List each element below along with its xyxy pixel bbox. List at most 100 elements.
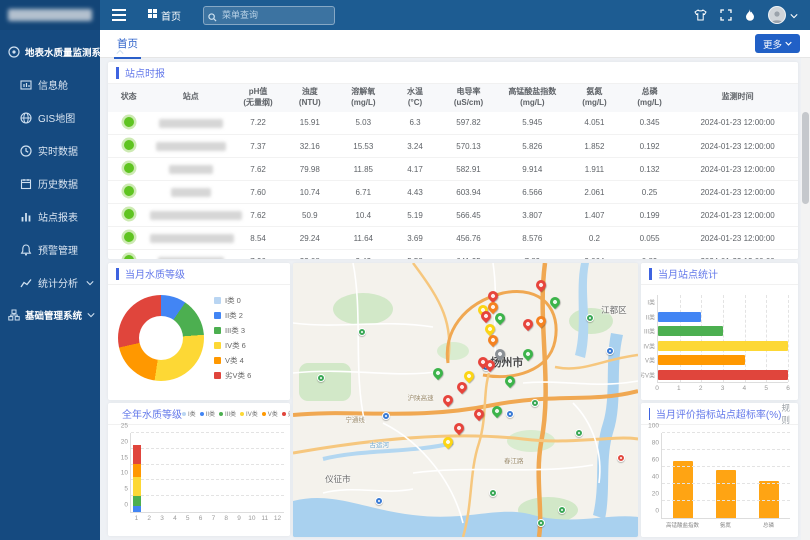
table-row[interactable]: 7.6279.9811.854.17582.919.9141.9110.1322…	[108, 158, 798, 181]
map-pin-red[interactable]	[452, 421, 466, 435]
map-poi-icon	[575, 429, 583, 437]
panel-title: 站点时报	[125, 65, 165, 80]
rules-link[interactable]: 规则	[781, 403, 790, 426]
legend-item[interactable]: II类 2	[214, 310, 251, 321]
gridline	[131, 432, 284, 433]
map-pin-green[interactable]	[431, 366, 445, 380]
legend-swatch	[282, 412, 286, 416]
map-pin-green[interactable]	[548, 295, 562, 309]
stacked-bar-month-1[interactable]	[133, 445, 141, 512]
sidebar-item-0-1[interactable]: GIS地图	[0, 101, 100, 134]
sidebar-item-0-2[interactable]: 实时数据	[0, 134, 100, 167]
sidebar-item-0-6[interactable]: 统计分析	[0, 266, 100, 299]
logo-redacted	[8, 9, 92, 21]
map-pin-red[interactable]	[472, 407, 486, 421]
legend-item[interactable]: IV类 6	[214, 340, 251, 351]
legend-swatch	[214, 312, 221, 319]
value-cell: 2024-01-23 12:00:00	[677, 158, 798, 181]
map-panel[interactable]: 扬州市江都区仪征市古运河沪陕高速宁通线春江路	[293, 263, 638, 537]
map-pin-green[interactable]	[521, 347, 535, 361]
map-pin-gray[interactable]	[493, 347, 507, 361]
x-tick-label: 5	[181, 515, 194, 522]
legend-swatch	[200, 412, 204, 416]
station-name-redacted	[158, 257, 224, 259]
sidebar-group-label: 地表水质量监测系统	[25, 45, 111, 59]
sidebar-item-0-5[interactable]: 预警管理	[0, 233, 100, 266]
legend-item[interactable]: IV类	[240, 409, 258, 418]
sidebar-item-0-4[interactable]: 站点报表	[0, 200, 100, 233]
x-category-label: 高锰酸盐指数	[661, 521, 704, 529]
table-row[interactable]: 7.3732.1615.533.24570.135.8261.8520.1922…	[108, 135, 798, 158]
quality-donut-chart[interactable]	[118, 295, 204, 381]
table-row[interactable]: 7.9633.083.435.58641.957.893.0640.892024…	[108, 250, 798, 259]
hbar-V类[interactable]	[658, 355, 745, 365]
table-row[interactable]: 7.6250.910.45.19566.453.8071.4070.199202…	[108, 204, 798, 227]
hbar-II类[interactable]	[658, 312, 701, 322]
breadcrumb-home[interactable]: 首页	[138, 8, 191, 23]
map-pin-yellow[interactable]	[462, 369, 476, 383]
map-pin-yellow[interactable]	[441, 435, 455, 449]
more-button[interactable]: 更多	[755, 34, 800, 53]
legend-item[interactable]: II类	[200, 409, 215, 418]
map-pin-green[interactable]	[493, 311, 507, 325]
history-icon	[20, 178, 32, 190]
map-pin-red[interactable]	[521, 317, 535, 331]
vbar-高锰酸盐指数[interactable]	[673, 461, 693, 518]
scrollbar-thumb[interactable]	[802, 112, 809, 204]
map-pin-red[interactable]	[534, 278, 548, 292]
fullscreen-icon[interactable]	[720, 9, 732, 21]
table-row[interactable]: 7.2215.915.036.3597.825.9454.0510.345202…	[108, 112, 798, 135]
exceed-rate-chart[interactable]: 020406080100	[661, 433, 790, 519]
legend-swatch	[214, 342, 221, 349]
hamburger-menu-icon[interactable]	[100, 9, 138, 21]
legend-swatch	[214, 327, 221, 334]
table-row[interactable]: 8.5429.2411.643.69456.768.5760.20.055202…	[108, 227, 798, 250]
map-pin-orange[interactable]	[534, 314, 548, 328]
sidebar-group-1[interactable]: 基础管理系统	[0, 299, 100, 331]
legend-label: V类 4	[225, 355, 244, 366]
legend-item[interactable]: I类	[182, 409, 196, 418]
menu-search-input[interactable]	[203, 6, 335, 25]
legend-item[interactable]: I类 0	[214, 295, 251, 306]
legend-label: III类 3	[225, 325, 245, 336]
chevron-down-icon	[785, 41, 792, 46]
value-cell: 3.43	[336, 250, 391, 259]
value-cell: 4.17	[391, 158, 439, 181]
system-icon	[8, 46, 20, 58]
map-pin-red[interactable]	[441, 393, 455, 407]
sidebar-item-0-0[interactable]: 信息舱	[0, 68, 100, 101]
legend-item[interactable]: 劣V类	[282, 409, 290, 418]
hbar-劣V类[interactable]	[658, 370, 788, 380]
table-row[interactable]: 7.6010.746.714.43603.946.5662.0610.25202…	[108, 181, 798, 204]
hbar-III类[interactable]	[658, 326, 723, 336]
main-content: 站点时报 状态站点pH值(无量纲)浊度(NTU)溶解氧(mg/L)水温(°C)电…	[100, 58, 810, 540]
station-report-panel: 站点时报 状态站点pH值(无量纲)浊度(NTU)溶解氧(mg/L)水温(°C)电…	[108, 62, 798, 259]
shirt-icon[interactable]	[694, 9, 707, 21]
column-header: pH值(无量纲)	[232, 84, 284, 112]
flame-icon[interactable]	[745, 9, 755, 21]
legend-item[interactable]: V类	[262, 409, 278, 418]
map-pin-green[interactable]	[489, 404, 503, 418]
hbar-IV类[interactable]	[658, 341, 788, 351]
map-label: 仪征市	[325, 473, 351, 485]
sidebar-item-0-3[interactable]: 历史数据	[0, 167, 100, 200]
x-tick-label: 11	[258, 515, 271, 522]
user-menu[interactable]	[768, 6, 798, 24]
status-dot-normal	[124, 232, 134, 242]
value-cell: 5.19	[391, 204, 439, 227]
vbar-氨氮[interactable]	[716, 470, 736, 518]
sidebar-item-label: 历史数据	[38, 176, 78, 191]
year-stacked-chart[interactable]: 0510152025	[130, 433, 284, 513]
legend-label: III类	[225, 409, 236, 418]
legend-item[interactable]: III类 3	[214, 325, 251, 336]
legend-item[interactable]: III类	[219, 409, 236, 418]
legend-item[interactable]: V类 4	[214, 355, 251, 366]
station-hbar-chart[interactable]: I类II类III类IV类V类劣V类	[657, 295, 788, 383]
legend-item[interactable]: 劣V类 6	[214, 370, 251, 381]
exceed-rate-x-axis: 高锰酸盐指数氨氮总磷	[661, 521, 790, 529]
map-pin-orange[interactable]	[486, 333, 500, 347]
station-name-cell	[149, 227, 232, 250]
value-cell: 570.13	[439, 135, 498, 158]
sidebar-group-0[interactable]: 地表水质量监测系统	[0, 36, 100, 68]
map-pin-green[interactable]	[503, 374, 517, 388]
